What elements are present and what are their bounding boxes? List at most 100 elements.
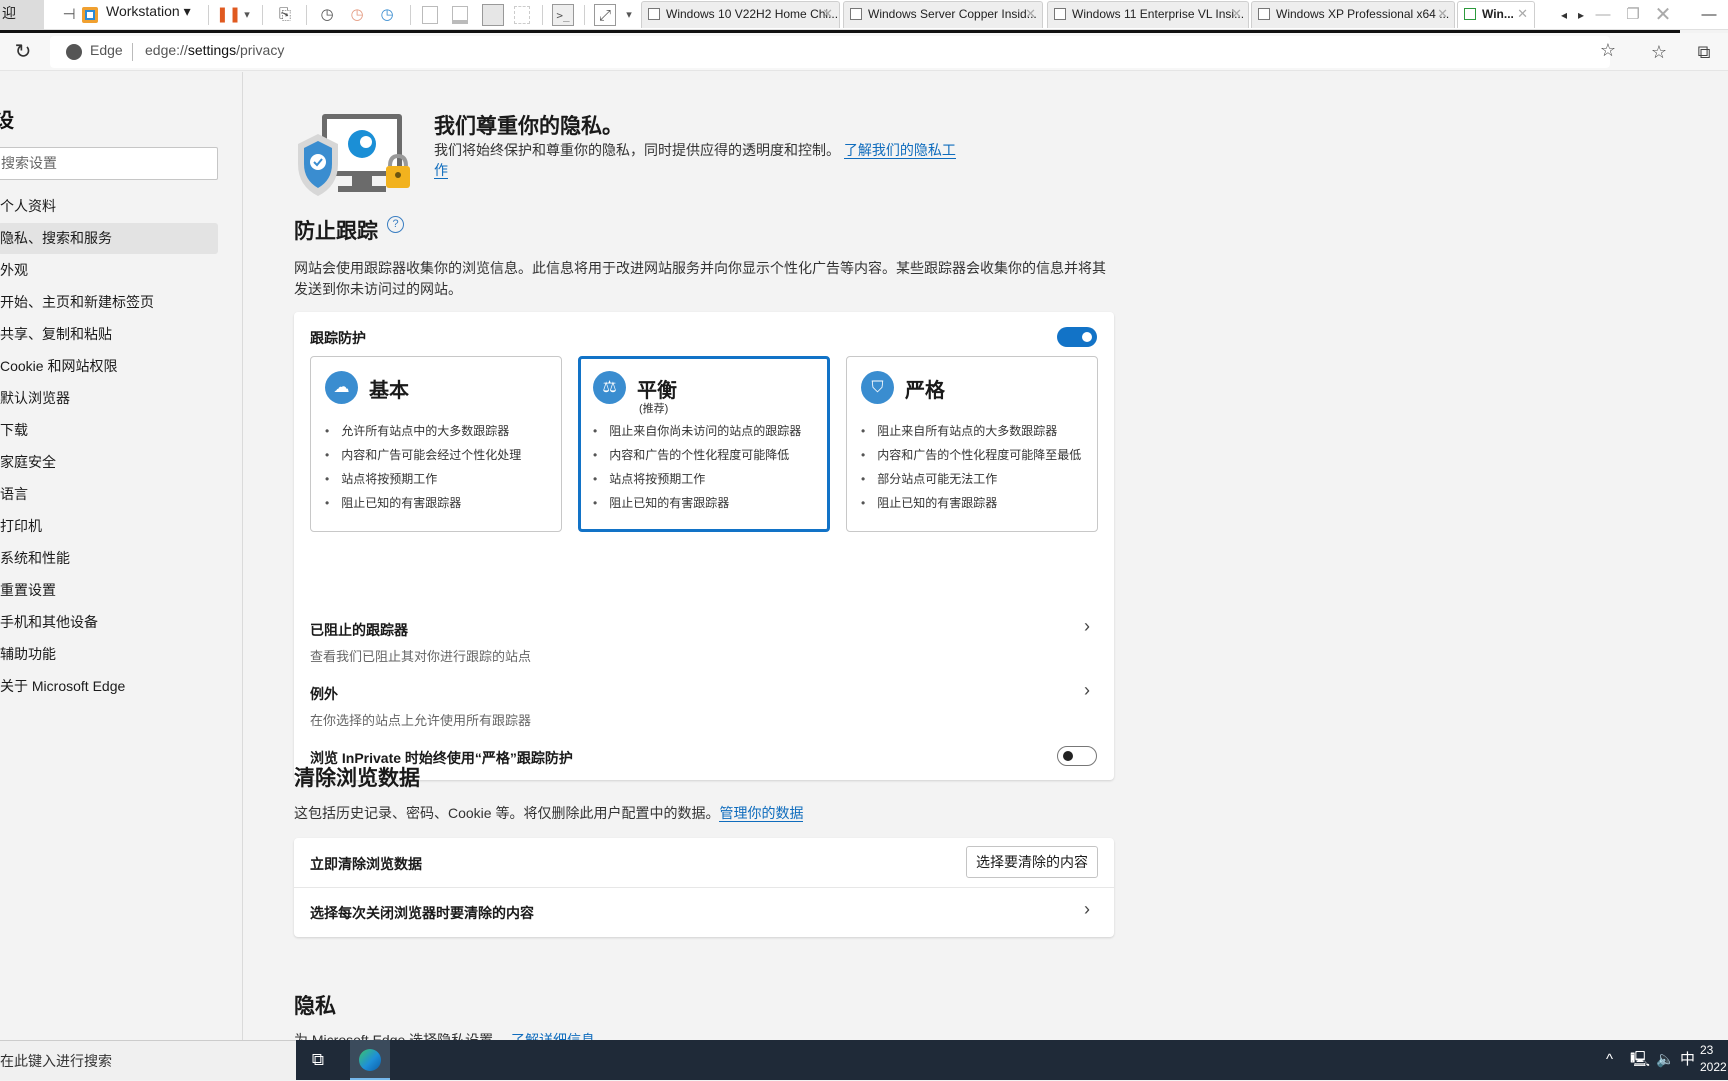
close-icon[interactable]: ✕ xyxy=(1231,2,1242,26)
task-view-icon[interactable]: ⧉ xyxy=(306,1048,330,1072)
search-settings-input[interactable]: 搜索设置 xyxy=(0,147,218,180)
tracking-protection-toggle[interactable] xyxy=(1057,327,1097,347)
sidebar-item[interactable]: 语言 xyxy=(0,479,218,510)
collections-icon[interactable]: ⧉ xyxy=(1690,38,1718,66)
minimize-icon[interactable]: — xyxy=(1592,4,1614,26)
mode-bullet: 允许所有站点中的大多数跟踪器 xyxy=(325,419,521,443)
add-favorite-icon[interactable]: ☆ xyxy=(1594,36,1622,64)
ime-indicator[interactable]: 中 xyxy=(1680,1050,1695,1070)
hero-title: 我们尊重你的隐私。 xyxy=(434,115,623,138)
sidebar-item[interactable]: 个人资料 xyxy=(0,191,218,222)
host-minimize-icon[interactable]: — xyxy=(1698,4,1720,26)
restore-icon[interactable]: ❐ xyxy=(1622,4,1644,26)
manage-data-link[interactable]: 管理你的数据 xyxy=(719,805,804,822)
hero-text: 我们将始终保护和尊重你的隐私，同时提供应得的透明度和控制。 xyxy=(434,142,840,158)
tracking-protection-label: 跟踪防护 xyxy=(310,330,366,346)
url-path: /privacy xyxy=(236,42,285,58)
vm-tab-label: Windows Server Copper Insid... xyxy=(868,7,1037,21)
edge-icon xyxy=(359,1049,381,1071)
network-icon[interactable]: 🖳 xyxy=(1630,1050,1650,1070)
sidebar-item[interactable]: 共享、复制和粘贴 xyxy=(0,319,218,350)
edge-logo-icon xyxy=(66,44,82,60)
taskbar-search-input[interactable]: 在此键入进行搜索 xyxy=(0,1040,296,1080)
sidebar-item[interactable]: 打印机 xyxy=(0,511,218,542)
mode-bullet: 内容和广告的个性化程度可能降低 xyxy=(593,443,801,467)
chevron-right-icon[interactable]: › xyxy=(1084,899,1090,920)
inprivate-strict-toggle[interactable] xyxy=(1057,746,1097,766)
blocked-trackers-label[interactable]: 已阻止的跟踪器 xyxy=(310,620,408,640)
pin-icon[interactable]: ⊣ xyxy=(58,4,80,26)
sidebar-item[interactable]: 关于 Microsoft Edge xyxy=(0,671,218,702)
tab-scroll-right-icon[interactable]: ▸ xyxy=(1570,4,1592,26)
stretch-dropdown-icon[interactable]: ▾ xyxy=(618,4,640,26)
vm-tab[interactable]: Windows 10 V22H2 Home Chi... ✕ xyxy=(641,1,840,28)
refresh-icon[interactable]: ↻ xyxy=(10,39,36,65)
vm-tab[interactable]: Windows Server Copper Insid... ✕ xyxy=(843,1,1043,28)
url-host: settings xyxy=(187,42,237,58)
url-text[interactable]: edge://settings/privacy xyxy=(145,42,284,58)
mode-bullets: 允许所有站点中的大多数跟踪器内容和广告可能会经过个性化处理站点将按预期工作阻止已… xyxy=(325,419,521,515)
favorites-icon[interactable]: ☆ xyxy=(1645,38,1673,66)
vm-tab[interactable]: Windows XP Professional x64 ... ✕ xyxy=(1251,1,1455,28)
clear-data-heading: 清除浏览数据 xyxy=(294,767,420,790)
sidebar-item[interactable]: 下载 xyxy=(0,415,218,446)
vm-tab-active[interactable]: Win... ✕ xyxy=(1457,1,1535,28)
clock-date: 2022 xyxy=(1700,1060,1727,1074)
sidebar-item[interactable]: 开始、主页和新建标签页 xyxy=(0,287,218,318)
thumbnail-view-icon[interactable] xyxy=(452,6,468,24)
omnibox[interactable]: Edge edge://settings/privacy ☆ xyxy=(50,36,1616,68)
snapshot-icon[interactable]: ◷ xyxy=(316,4,338,26)
exceptions-label[interactable]: 例外 xyxy=(310,684,338,704)
revert-snapshot-icon[interactable]: ◷ xyxy=(346,4,368,26)
close-icon[interactable]: ✕ xyxy=(822,2,833,26)
close-icon[interactable]: ✕ xyxy=(1517,2,1528,26)
privacy-learn-more-link[interactable]: 了解详细信息 xyxy=(511,1032,596,1040)
clock[interactable]: 23 2022 xyxy=(1700,1042,1727,1076)
sidebar-item[interactable]: 手机和其他设备 xyxy=(0,607,218,638)
tracking-mode-basic[interactable]: ☁ 基本允许所有站点中的大多数跟踪器内容和广告可能会经过个性化处理站点将按预期工作… xyxy=(310,356,562,532)
close-icon[interactable]: ✕ xyxy=(1437,2,1448,26)
sidebar-item[interactable]: 重置设置 xyxy=(0,575,218,606)
help-icon[interactable]: ? xyxy=(387,216,404,233)
mode-bullet: 内容和广告的个性化程度可能降至最低 xyxy=(861,443,1081,467)
stretch-icon[interactable]: ⤢ xyxy=(594,4,616,26)
unity-view-icon[interactable] xyxy=(514,6,530,24)
vm-icon xyxy=(648,8,660,20)
mode-bullet: 站点将按预期工作 xyxy=(593,467,801,491)
toolbar-divider xyxy=(584,5,585,25)
tracking-mode-balanced[interactable]: ⚖ 平衡(推荐) 阻止来自你尚未访问的站点的跟踪器内容和广告的个性化程度可能降低站点… xyxy=(578,356,830,532)
mode-bullet: 阻止已知的有害跟踪器 xyxy=(593,491,801,515)
sidebar-item[interactable]: 默认浏览器 xyxy=(0,383,218,414)
chevron-right-icon[interactable]: › xyxy=(1084,680,1090,701)
clear-on-close-label[interactable]: 选择每次关闭浏览器时要清除的内容 xyxy=(310,903,534,923)
sidebar-item[interactable]: 系统和性能 xyxy=(0,543,218,574)
toolbar-divider xyxy=(306,5,307,25)
close-window-icon[interactable]: ✕ xyxy=(1652,4,1674,26)
snapshot-manager-icon[interactable]: ◷ xyxy=(376,4,398,26)
pause-dropdown-icon[interactable]: ▾ xyxy=(236,4,258,26)
tracking-mode-strict[interactable]: ⛉ 严格阻止来自所有站点的大多数跟踪器内容和广告的个性化程度可能降至最低部分站点可… xyxy=(846,356,1098,532)
sidebar-item[interactable]: 家庭安全 xyxy=(0,447,218,478)
mode-basic-icon: ☁ xyxy=(325,371,358,404)
mode-bullet: 阻止来自你尚未访问的站点的跟踪器 xyxy=(593,419,801,443)
console-icon[interactable]: >_ xyxy=(552,4,574,26)
omnibox-divider xyxy=(132,43,133,61)
vm-tab[interactable]: Windows 11 Enterprise VL Insi... ✕ xyxy=(1047,1,1249,28)
sidebar-heading: 设 xyxy=(0,110,14,132)
sidebar-item[interactable]: Cookie 和网站权限 xyxy=(0,351,218,382)
tray-overflow-icon[interactable]: ^ xyxy=(1606,1050,1613,1070)
chevron-right-icon[interactable]: › xyxy=(1084,616,1090,637)
library-view-icon[interactable] xyxy=(422,6,438,24)
taskbar-edge-button[interactable] xyxy=(350,1040,390,1080)
vmware-toolbar: 迎 ⊣ Workstation ▾ ❚❚ ▾ ⎘ ◷ ◷ ◷ >_ ⤢ ▾ Wi… xyxy=(0,0,1728,30)
sidebar-item[interactable]: 辅助功能 xyxy=(0,639,218,670)
choose-what-to-clear-button[interactable]: 选择要清除的内容 xyxy=(966,846,1098,878)
send-ctrl-alt-del-icon[interactable]: ⎘ xyxy=(274,4,296,26)
sidebar-item[interactable]: 隐私、搜索和服务 xyxy=(0,223,218,254)
workstation-menu[interactable]: Workstation ▾ xyxy=(106,2,191,20)
fullscreen-view-icon[interactable] xyxy=(482,4,504,26)
volume-icon[interactable]: 🔈 xyxy=(1656,1050,1675,1070)
close-icon[interactable]: ✕ xyxy=(1025,2,1036,26)
pause-icon[interactable]: ❚❚ xyxy=(216,4,241,26)
sidebar-item[interactable]: 外观 xyxy=(0,255,218,286)
